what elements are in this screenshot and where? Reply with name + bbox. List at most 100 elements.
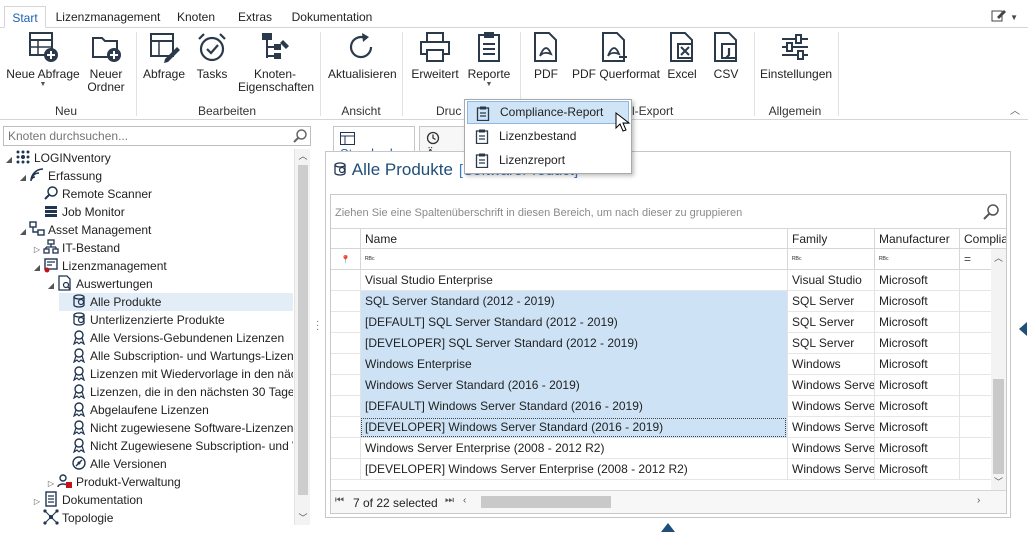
table-row[interactable]: SQL Server Standard (2012 - 2019) SQL Ser… bbox=[331, 291, 991, 312]
tree-node-loginventory[interactable]: ◢ LOGINventory bbox=[3, 149, 111, 167]
expand-bottom-panel-icon[interactable] bbox=[661, 523, 675, 532]
tree-node-it-bestand[interactable]: ▷ IT-Bestand bbox=[31, 239, 120, 257]
tree-node-abgelaufene-lizenzen[interactable]: Abgelaufene Lizenzen bbox=[59, 401, 209, 419]
tree-node-dokumentation[interactable]: ▷ Dokumentation bbox=[31, 491, 143, 509]
cell-manufacturer[interactable]: Microsoft bbox=[874, 291, 959, 312]
print-advanced-button[interactable]: Erweitert bbox=[410, 30, 460, 81]
tree-node-alle-versionen[interactable]: Alle Versionen bbox=[59, 455, 167, 473]
column-header-family[interactable]: Family bbox=[787, 229, 874, 249]
cell-name[interactable]: [DEVELOPER] Windows Server Enterprise (2… bbox=[360, 459, 787, 480]
cell-compliance[interactable] bbox=[959, 312, 991, 333]
column-header-name[interactable]: Name bbox=[360, 229, 787, 249]
pin-icon[interactable]: 📍 bbox=[331, 249, 360, 270]
cell-family[interactable]: Windows Server bbox=[787, 375, 874, 396]
settings-button[interactable]: Einstellungen bbox=[760, 30, 832, 81]
table-row[interactable]: [DEVELOPER] Windows Server Enterprise (2… bbox=[331, 459, 991, 480]
node-search-input[interactable] bbox=[4, 127, 289, 145]
tree-node-subscription-lizenzen[interactable]: Alle Subscription- und Wartungs-Lizenzen bbox=[59, 347, 293, 365]
quick-access-menu[interactable]: ▼ bbox=[991, 8, 1018, 23]
new-folder-button[interactable]: Neuer Ordner bbox=[84, 30, 128, 94]
row-indicator[interactable] bbox=[331, 354, 360, 375]
cell-manufacturer[interactable]: Microsoft bbox=[874, 438, 959, 459]
tree-node-erfassung[interactable]: ◢ Erfassung bbox=[17, 167, 102, 185]
cell-manufacturer[interactable]: Microsoft bbox=[874, 396, 959, 417]
cell-name[interactable]: SQL Server Standard (2012 - 2019) bbox=[360, 291, 787, 312]
tree-node-asset-management[interactable]: ◢ Asset Management bbox=[17, 221, 151, 239]
view-tab-standard[interactable]: Standard bbox=[333, 126, 415, 161]
cell-manufacturer[interactable]: Microsoft bbox=[874, 354, 959, 375]
tree-node-wiedervorlage-lizenzen[interactable]: Lizenzen mit Wiedervorlage in den nächs.… bbox=[59, 365, 293, 383]
panel-splitter-icon[interactable]: · · · bbox=[316, 317, 320, 335]
table-row[interactable]: [DEFAULT] SQL Server Standard (2012 - 20… bbox=[331, 312, 991, 333]
tree-scroll-thumb[interactable] bbox=[298, 165, 308, 495]
cell-name[interactable]: Windows Server Enterprise (2008 - 2012 R… bbox=[360, 438, 787, 459]
tree-node-topologie[interactable]: Topologie bbox=[31, 509, 113, 525]
cell-compliance[interactable] bbox=[959, 375, 991, 396]
table-row[interactable]: Windows Server Enterprise (2008 - 2012 R… bbox=[331, 438, 991, 459]
cell-compliance[interactable] bbox=[959, 459, 991, 480]
row-indicator[interactable] bbox=[331, 396, 360, 417]
row-indicator[interactable] bbox=[331, 312, 360, 333]
cell-name[interactable]: Visual Studio Enterprise bbox=[360, 270, 787, 291]
scroll-right-icon[interactable]: › bbox=[977, 495, 980, 506]
tree-node-auswertungen[interactable]: ◢ Auswertungen bbox=[45, 275, 153, 293]
query-button[interactable]: Abfrage bbox=[142, 30, 186, 81]
tree-expander-icon[interactable]: ◢ bbox=[45, 277, 57, 295]
cell-compliance[interactable] bbox=[959, 291, 991, 312]
row-indicator[interactable] bbox=[331, 333, 360, 354]
tasks-button[interactable]: Tasks bbox=[192, 30, 232, 81]
table-row[interactable]: Windows Server Standard (2016 - 2019) Win… bbox=[331, 375, 991, 396]
horizontal-scroll-thumb[interactable] bbox=[481, 496, 611, 508]
export-pdf-button[interactable]: PDF bbox=[526, 30, 566, 81]
node-properties-button[interactable]: Knoten- Eigenschaften bbox=[238, 30, 314, 94]
tree-scrollbar[interactable]: ︿ ﹀ bbox=[294, 149, 310, 525]
tree-node-versions-lizenzen[interactable]: Alle Versions-Gebundenen Lizenzen bbox=[59, 329, 284, 347]
cell-manufacturer[interactable]: Microsoft bbox=[874, 375, 959, 396]
tab-extras[interactable]: Extras bbox=[228, 6, 282, 28]
row-indicator[interactable] bbox=[331, 417, 360, 438]
reports-button[interactable]: Reporte ▼ bbox=[466, 30, 512, 89]
scroll-down-icon[interactable]: ﹀ bbox=[295, 511, 311, 525]
new-query-button[interactable]: Neue Abfrage ▼ bbox=[6, 30, 80, 89]
cell-compliance[interactable] bbox=[959, 270, 991, 291]
first-page-icon[interactable]: ⏮ bbox=[335, 495, 344, 506]
search-icon[interactable] bbox=[982, 203, 1000, 221]
search-icon[interactable] bbox=[292, 128, 308, 144]
tree-node-nicht-zugewiesene-subscription[interactable]: Nicht Zugewiesene Subscription- und Wa..… bbox=[59, 437, 293, 455]
grid-scroll-thumb[interactable] bbox=[993, 379, 1004, 474]
cell-name[interactable]: [DEVELOPER] SQL Server Standard (2012 - … bbox=[360, 333, 787, 354]
tree-node-job-monitor[interactable]: Job Monitor bbox=[31, 203, 125, 221]
filter-compliance[interactable]: = bbox=[959, 249, 991, 270]
row-indicator[interactable] bbox=[331, 291, 360, 312]
tree-expander-icon[interactable]: ◢ bbox=[17, 169, 29, 187]
cell-name[interactable]: Windows Server Standard (2016 - 2019) bbox=[360, 375, 787, 396]
tree-expander-icon[interactable]: ◢ bbox=[3, 151, 15, 169]
column-header-manufacturer[interactable]: Manufacturer bbox=[874, 229, 959, 249]
cell-family[interactable]: SQL Server bbox=[787, 291, 874, 312]
filter-manufacturer[interactable]: ᴿᴮᶜ bbox=[874, 249, 959, 270]
row-indicator[interactable] bbox=[331, 459, 360, 480]
tree-node-unterlizenzierte-produkte[interactable]: Unterlizenzierte Produkte bbox=[59, 311, 225, 329]
tab-dokumentation[interactable]: Dokumentation bbox=[288, 6, 376, 28]
tree-node-alle-produkte[interactable]: Alle Produkte bbox=[59, 293, 293, 311]
export-pdf-landscape-button[interactable]: PDF Querformat bbox=[572, 30, 660, 81]
cell-family[interactable]: Windows Server bbox=[787, 396, 874, 417]
tab-start[interactable]: Start bbox=[4, 6, 46, 28]
table-row[interactable]: Visual Studio Enterprise Visual Studio Mic… bbox=[331, 270, 991, 291]
column-header-compliance[interactable]: Complianc bbox=[959, 229, 1006, 249]
scroll-down-icon[interactable]: ﹀ bbox=[991, 475, 1006, 488]
cell-family[interactable]: SQL Server bbox=[787, 333, 874, 354]
row-indicator[interactable] bbox=[331, 375, 360, 396]
filter-family[interactable]: ᴿᴮᶜ bbox=[787, 249, 874, 270]
scroll-up-icon[interactable]: ︿ bbox=[991, 251, 1006, 264]
cell-manufacturer[interactable]: Microsoft bbox=[874, 312, 959, 333]
cell-compliance[interactable] bbox=[959, 333, 991, 354]
filter-name[interactable]: ᴿᴮᶜ bbox=[360, 249, 787, 270]
cell-name[interactable]: [DEFAULT] SQL Server Standard (2012 - 20… bbox=[360, 312, 787, 333]
cell-compliance[interactable] bbox=[959, 354, 991, 375]
expand-right-panel-icon[interactable] bbox=[1019, 322, 1027, 336]
export-excel-button[interactable]: Excel bbox=[662, 30, 702, 81]
cell-manufacturer[interactable]: Microsoft bbox=[874, 417, 959, 438]
table-row[interactable]: [DEVELOPER] SQL Server Standard (2012 - … bbox=[331, 333, 991, 354]
tree-node-produkt-verwaltung[interactable]: ▷ Produkt-Verwaltung bbox=[45, 473, 181, 491]
